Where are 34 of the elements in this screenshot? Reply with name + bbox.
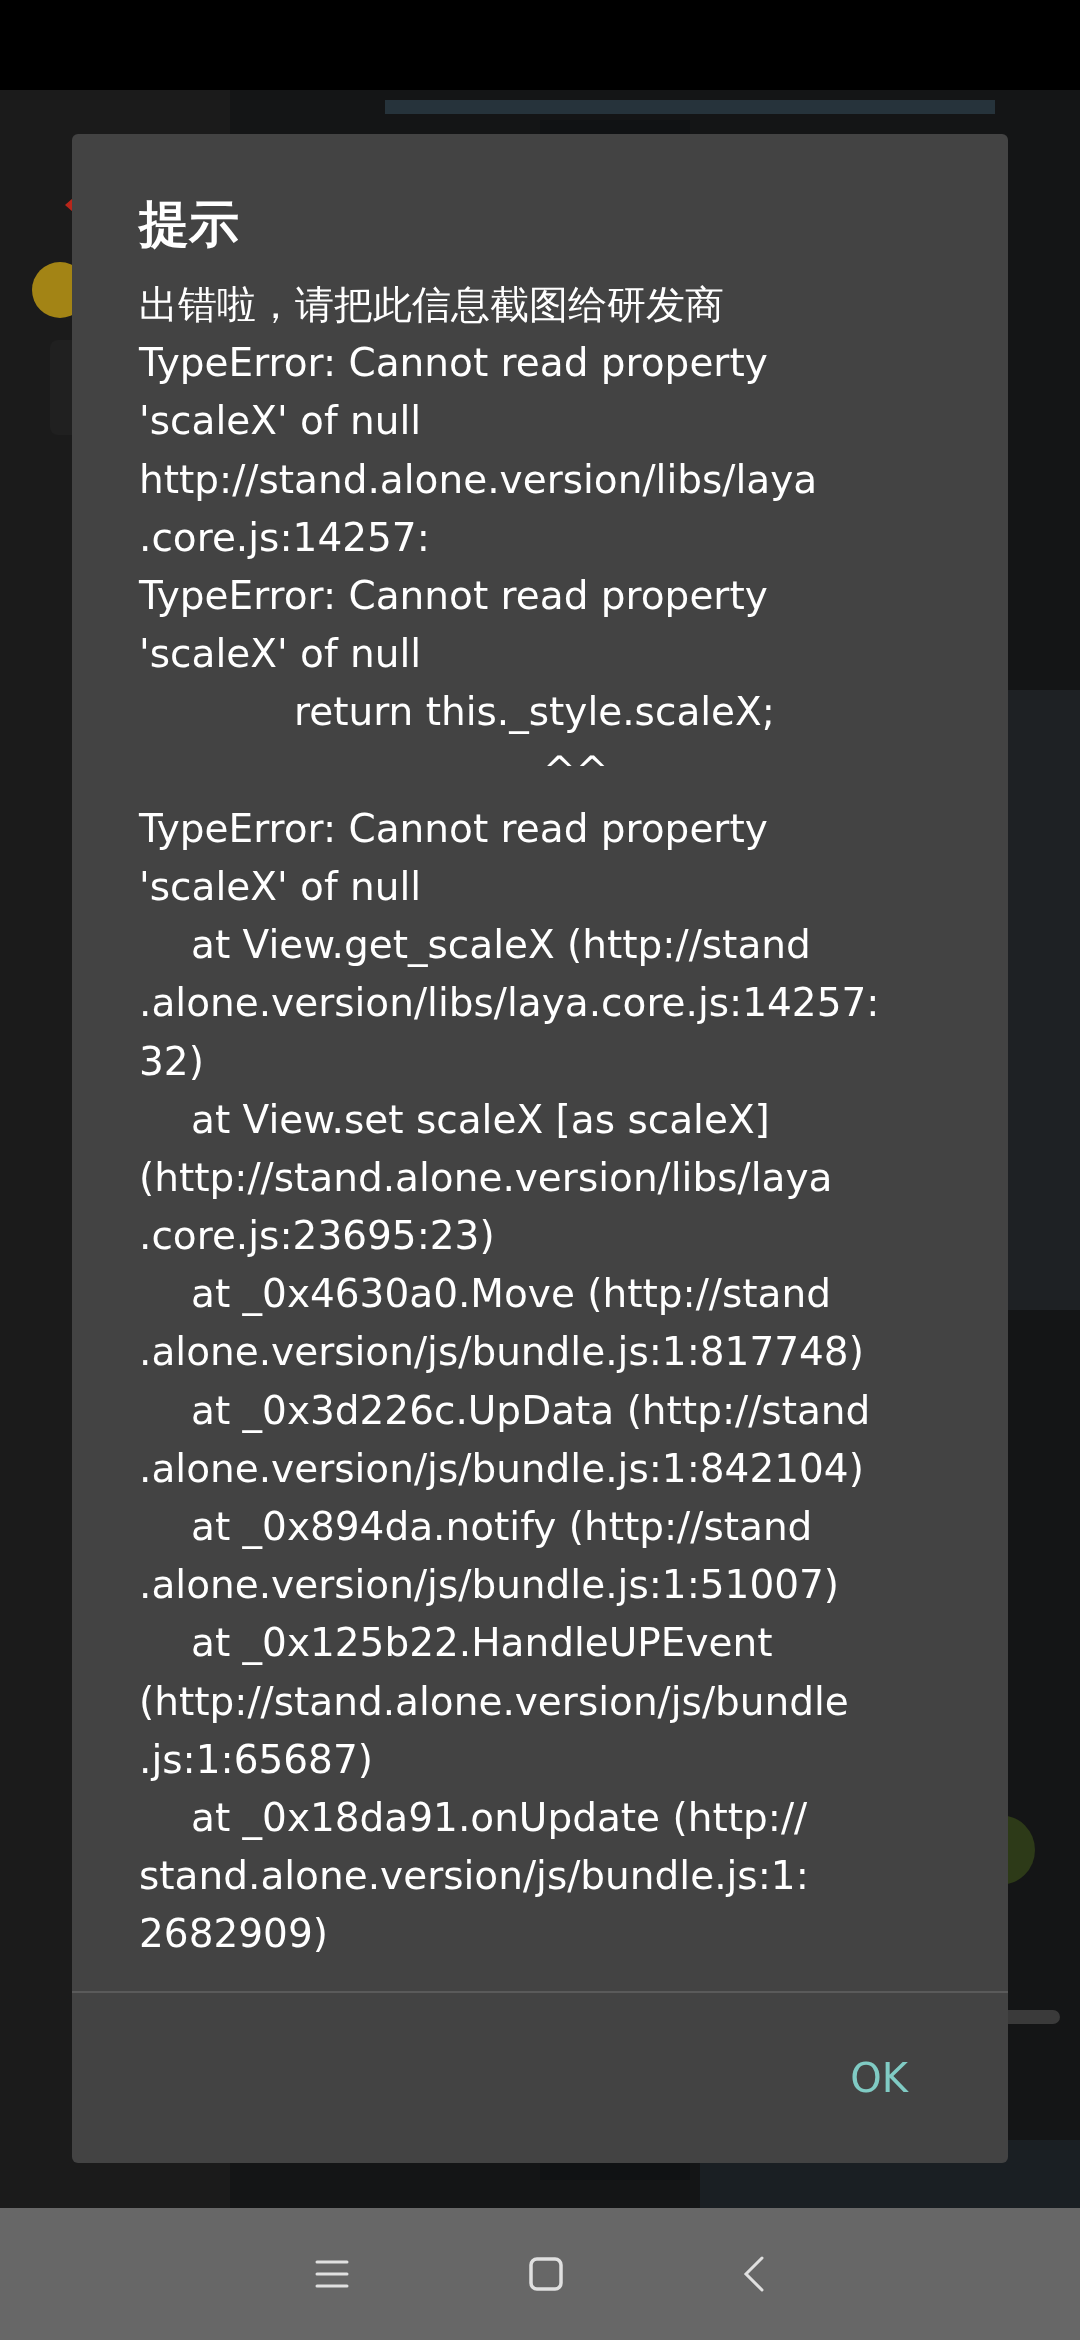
error-text: .core.js:14257:: [139, 513, 430, 562]
error-text: at View.get_scaleX (http://stand: [191, 921, 811, 970]
error-text: 'scaleX' of null: [139, 397, 422, 446]
error-text: at _0x3d226c.UpData (http://stand: [191, 1386, 871, 1435]
error-text: (http://stand.alone.version/js/bundle: [139, 1677, 849, 1726]
error-text: at View.set scaleX [as scaleX]: [191, 1095, 770, 1144]
error-text: 32): [139, 1037, 204, 1086]
error-text: .alone.version/libs/laya.core.js:14257:: [139, 979, 880, 1028]
error-text: 'scaleX' of null: [139, 630, 422, 679]
error-text: .core.js:23695:23): [139, 1212, 495, 1261]
ok-button[interactable]: OK: [840, 2042, 918, 2114]
error-text: at _0x125b22.HandleUPEvent: [191, 1619, 773, 1668]
dialog-title: 提示: [139, 194, 239, 254]
error-text: 出错啦，请把此信息截图给研发商: [139, 281, 724, 330]
error-text: 2682909): [139, 1910, 328, 1959]
error-text: stand.alone.version/js/bundle.js:1:: [139, 1852, 809, 1901]
error-text: http://stand.alone.version/libs/laya: [139, 455, 818, 504]
error-text: ^^: [543, 746, 609, 795]
error-text: .alone.version/js/bundle.js:1:842104): [139, 1444, 864, 1493]
error-text: return this._style.scaleX;: [294, 688, 775, 737]
error-text: 'scaleX' of null: [139, 862, 422, 911]
error-text: (http://stand.alone.version/libs/laya: [139, 1153, 833, 1202]
menu-icon[interactable]: [315, 2259, 349, 2289]
error-text: .alone.version/js/bundle.js:1:817748): [139, 1328, 864, 1377]
error-text: .alone.version/js/bundle.js:1:51007): [139, 1561, 840, 1610]
back-icon[interactable]: [743, 2256, 765, 2292]
error-text: at _0x894da.notify (http://stand: [191, 1503, 813, 1552]
home-icon[interactable]: [529, 2257, 563, 2291]
error-text: TypeError: Cannot read property: [139, 804, 768, 853]
error-text: at _0x4630a0.Move (http://stand: [191, 1270, 831, 1319]
error-text: TypeError: Cannot read property: [139, 572, 768, 621]
error-text: .js:1:65687): [139, 1735, 373, 1784]
error-text: TypeError: Cannot read property: [139, 339, 768, 388]
error-text: at _0x18da91.onUpdate (http://: [191, 1793, 808, 1842]
